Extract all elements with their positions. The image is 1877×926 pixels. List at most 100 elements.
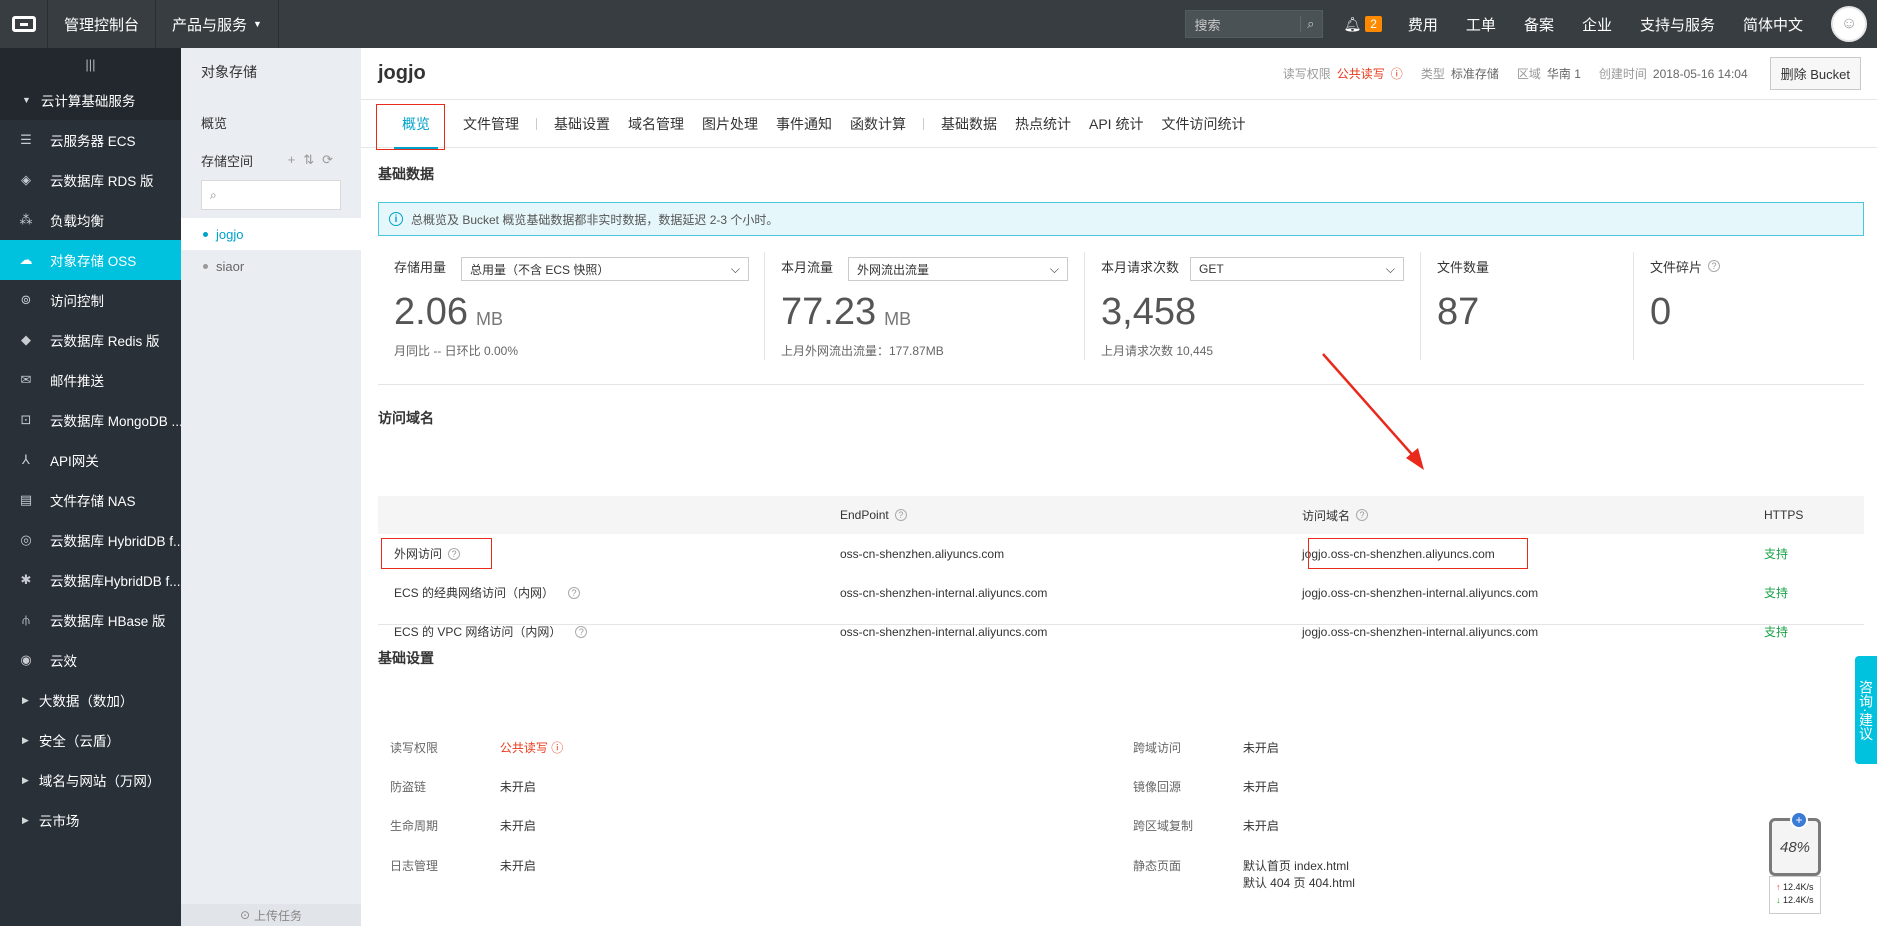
sidebar-toggle-icon[interactable]: |||	[0, 48, 181, 80]
sidebar-group-security[interactable]: ▶ 安全（云盾）	[0, 720, 181, 760]
bucket-item-siaor[interactable]: siaor	[181, 250, 361, 282]
sidebar-item-ram[interactable]: ⊚ 访问控制	[0, 280, 181, 320]
sidebar-item-mail[interactable]: ✉ 邮件推送	[0, 360, 181, 400]
stat-sub: 上月外网流出流量：177.87MB	[781, 344, 944, 358]
sidebar-item-ecs[interactable]: ☰ 云服务器 ECS	[0, 120, 181, 160]
refresh-icon[interactable]: ⟳	[322, 152, 341, 167]
top-bar: 管理控制台 产品与服务 ▼ 搜索 ⌕ 🔔︎ 2 费用 工单 备案 企业 支持与服务 简…	[0, 0, 1877, 48]
nav-tickets[interactable]: 工单	[1452, 0, 1510, 48]
sidebar-item-label: 云数据库 HybridDB f...	[50, 534, 181, 549]
sidebar-item-hybriddb-2[interactable]: ✱ 云数据库HybridDB f...	[0, 560, 181, 600]
sidebar-item-hbase[interactable]: ⫛ 云数据库 HBase 版	[0, 600, 181, 640]
page-title: jogjo	[378, 62, 426, 84]
sidebar-group-bigdata[interactable]: ▶ 大数据（数加）	[0, 680, 181, 720]
help-icon[interactable]: ?	[1708, 260, 1721, 272]
console-link[interactable]: 管理控制台	[48, 0, 157, 48]
help-icon[interactable]: ?	[894, 509, 907, 521]
hybriddb-icon: ✱	[20, 572, 32, 587]
caret-down-icon: ▼	[22, 95, 31, 105]
sidebar-group-market[interactable]: ▶ 云市场	[0, 800, 181, 840]
mongodb-icon: ⊡	[20, 412, 32, 427]
search-input[interactable]: 搜索 ⌕	[1185, 10, 1324, 38]
traffic-select[interactable]: 外网流出流量 ⌵	[848, 257, 1068, 281]
settings-title: 基础设置	[378, 650, 434, 666]
bullet-icon	[203, 231, 208, 237]
consult-button[interactable]: 咨询·建议	[1855, 656, 1877, 764]
row-domain: jogjo.oss-cn-shenzhen-internal.aliyuncs.…	[1302, 624, 1539, 639]
nav-support[interactable]: 支持与服务	[1626, 0, 1729, 48]
nav-filing[interactable]: 备案	[1510, 0, 1568, 48]
nav-language[interactable]: 简体中文	[1729, 0, 1817, 48]
sidebar-group-cloud[interactable]: ▼ 云计算基础服务	[0, 80, 181, 120]
add-bucket-icon[interactable]: +	[288, 152, 304, 167]
tab-basic-data[interactable]: 基础数据	[932, 100, 1006, 148]
arrow-up-icon: ↑	[1776, 882, 1781, 892]
sidebar-item-slb[interactable]: ⁂ 负载均衡	[0, 200, 181, 240]
col-header-https: HTTPS	[1764, 508, 1804, 522]
type-value: 标准存储	[1450, 67, 1499, 81]
select-value: GET	[1199, 262, 1224, 276]
requests-select[interactable]: GET ⌵	[1190, 257, 1404, 281]
col-header-label: EndPoint	[840, 508, 889, 522]
upload-tasks[interactable]: ⊙ 上传任务	[181, 904, 361, 926]
tab-hot-stats[interactable]: 热点统计	[1006, 100, 1080, 148]
tab-image[interactable]: 图片处理	[693, 100, 767, 148]
storage-select[interactable]: 总用量（不含 ECS 快照） ⌵	[461, 257, 749, 281]
tab-divider	[536, 117, 537, 130]
stat-unit: MB	[475, 309, 503, 329]
bucket-item-jogjo[interactable]: jogjo	[181, 218, 361, 250]
sidebar-item-label: 访问控制	[50, 294, 104, 309]
tab-files[interactable]: 文件管理	[454, 100, 528, 148]
bucket-search-input[interactable]: ⌕	[201, 180, 341, 210]
sort-icon[interactable]: ⇅	[303, 152, 322, 167]
sidebar-item-rds[interactable]: ◈ 云数据库 RDS 版	[0, 160, 181, 200]
products-menu[interactable]: 产品与服务 ▼	[156, 0, 279, 48]
bell-icon: 🔔︎	[1343, 15, 1362, 32]
table-row: 外网访问? oss-cn-shenzhen.aliyuncs.com jogjo…	[378, 534, 1864, 573]
tab-divider	[923, 117, 924, 130]
setting-key: 静态页面	[1133, 859, 1182, 873]
bucket-tabs: 概览 文件管理 基础设置 域名管理 图片处理 事件通知 函数计算 基础数据 热点…	[361, 100, 1877, 150]
aliyun-logo-icon[interactable]	[0, 0, 48, 48]
highlight-box	[381, 538, 492, 569]
tab-domains[interactable]: 域名管理	[619, 100, 693, 148]
col-header-domain: 访问域名?	[1302, 507, 1764, 524]
access-control-icon: ⊚	[20, 292, 32, 307]
sidebar-item-nas[interactable]: ▤ 文件存储 NAS	[0, 480, 181, 520]
stat-unit: MB	[884, 309, 912, 329]
top-bar-right: 搜索 ⌕ 🔔︎ 2 费用 工单 备案 企业 支持与服务 简体中文 ☺	[1185, 0, 1877, 48]
plus-icon[interactable]: +	[1790, 811, 1808, 829]
nas-icon: ▤	[19, 492, 33, 507]
setting-key: 跨域访问	[1133, 741, 1182, 755]
tab-file-access-stats[interactable]: 文件访问统计	[1152, 100, 1254, 148]
table-row: ECS 的经典网络访问（内网）? oss-cn-shenzhen-interna…	[378, 573, 1864, 612]
tab-events[interactable]: 事件通知	[767, 100, 841, 148]
notification-button[interactable]: 🔔︎ 2	[1331, 0, 1393, 48]
row-name-label: ECS 的经典网络访问（内网）	[394, 586, 555, 600]
search-icon[interactable]: ⌕	[1300, 16, 1314, 32]
sidebar-item-hybriddb-1[interactable]: ◎ 云数据库 HybridDB f...	[0, 520, 181, 560]
subnav-overview[interactable]: 概览	[181, 104, 361, 140]
sidebar-item-redis[interactable]: ◆ 云数据库 Redis 版	[0, 320, 181, 360]
warning-icon: ⓘ	[1390, 67, 1403, 81]
tab-api-stats[interactable]: API 统计	[1080, 100, 1152, 148]
sidebar-item-label: 负载均衡	[50, 214, 104, 229]
help-icon[interactable]: ?	[568, 586, 581, 599]
sidebar-item-api-gateway[interactable]: ⅄ API网关	[0, 440, 181, 480]
tab-function[interactable]: 函数计算	[841, 100, 915, 148]
help-icon[interactable]: ?	[575, 625, 588, 638]
sidebar-item-mongodb[interactable]: ⊡ 云数据库 MongoDB ...	[0, 400, 181, 440]
sidebar-group-domain[interactable]: ▶ 域名与网站（万网）	[0, 760, 181, 800]
tab-basic-settings[interactable]: 基础设置	[545, 100, 619, 148]
help-icon[interactable]: ?	[1356, 509, 1369, 521]
network-speed-widget[interactable]: +48% ↑ 12.4K/s ↓ 12.4K/s	[1769, 811, 1821, 920]
sidebar-item-label: 云数据库 MongoDB ...	[50, 414, 181, 429]
avatar[interactable]: ☺	[1831, 6, 1867, 42]
delete-bucket-button[interactable]: 删除 Bucket	[1769, 57, 1861, 90]
upload-speed: ↑ 12.4K/s	[1776, 881, 1818, 894]
nav-enterprise[interactable]: 企业	[1568, 0, 1626, 48]
sidebar-item-oss[interactable]: ☁ 对象存储 OSS	[0, 240, 181, 280]
nav-fees[interactable]: 费用	[1394, 0, 1452, 48]
sidebar-item-yunxiao[interactable]: ◉ 云效	[0, 640, 181, 680]
chevron-down-icon: ⌵	[730, 261, 740, 276]
